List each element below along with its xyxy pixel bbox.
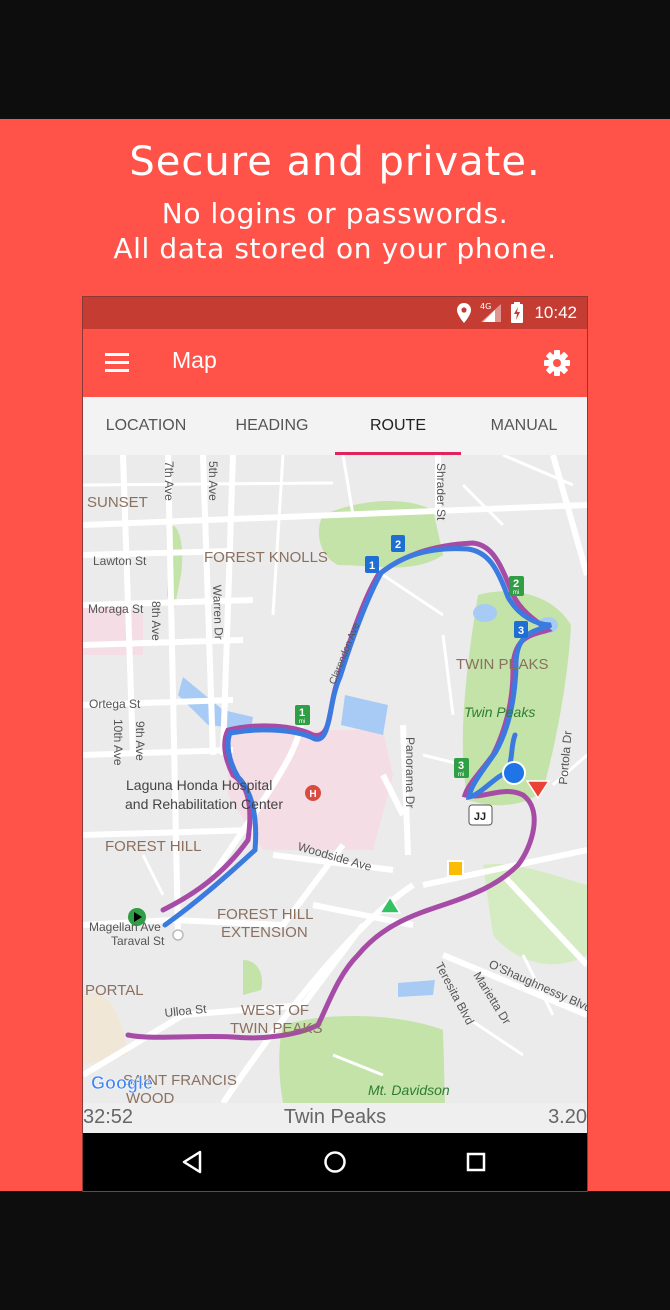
street-label-taraval: Taraval St	[111, 934, 165, 948]
recents-icon[interactable]	[461, 1147, 491, 1177]
map-label-laguna-honda-2: and Rehabilitation Center	[125, 796, 283, 812]
map-label-portal: PORTAL	[85, 982, 144, 999]
svg-text:H: H	[309, 789, 316, 800]
street-label-8th-ave: 8th Ave	[149, 601, 163, 641]
back-icon[interactable]	[178, 1147, 208, 1177]
map-label-forest-hill-extension-1: FOREST HILL	[217, 906, 313, 923]
distance-marker-blue-3: 3	[514, 621, 528, 638]
promo-headline: Secure and private.	[129, 139, 541, 185]
svg-text:1: 1	[369, 560, 375, 572]
route-map[interactable]: 1 2 3 1 mi 2 mi 3 mi JJ H SUNSET FOREST …	[83, 453, 587, 1107]
jj-bus-stop-icon: JJ	[468, 804, 493, 826]
street-label-10th-ave: 10th Ave	[111, 719, 125, 766]
system-nav-bar	[83, 1133, 587, 1191]
tab-bar: LOCATION HEADING ROUTE MANUAL	[83, 397, 587, 456]
map-label-west-of-twin-peaks-2: TWIN PEAKS	[230, 1020, 323, 1037]
elapsed-time: 32:52	[83, 1106, 134, 1128]
home-icon[interactable]	[320, 1147, 350, 1177]
mile-marker-1: 1 mi	[295, 705, 310, 725]
route-name: Twin Peaks	[283, 1106, 387, 1128]
map-label-forest-hill: FOREST HILL	[105, 838, 201, 855]
route-distance: 3.20	[548, 1106, 587, 1128]
svg-text:JJ: JJ	[474, 811, 486, 823]
street-label-ortega: Ortega St	[89, 697, 141, 711]
current-location-marker	[502, 761, 526, 785]
map-label-twin-peaks-area: TWIN PEAKS	[456, 656, 549, 673]
phone-screen: 4G 10:42 Map LOCATION HEADING ROUTE MANU…	[82, 296, 588, 1192]
menu-icon[interactable]	[105, 351, 131, 373]
svg-text:mi: mi	[458, 772, 464, 778]
map-label-laguna-honda-1: Laguna Honda Hospital	[126, 777, 272, 793]
svg-text:3: 3	[458, 760, 464, 772]
route-stats-bar: Twin Peaks 32:52 3.20	[83, 1103, 587, 1133]
signal-icon	[481, 304, 501, 322]
location-icon	[457, 303, 471, 323]
map-label-mt-davidson: Mt. Davidson	[368, 1082, 450, 1098]
app-title: Map	[172, 347, 217, 373]
transit-stop-icon	[172, 929, 184, 941]
app-bar: Map	[83, 329, 587, 397]
map-label-forest-knolls: FOREST KNOLLS	[204, 549, 328, 566]
mile-marker-2: 2 mi	[509, 576, 524, 596]
svg-text:mi: mi	[299, 719, 305, 725]
status-bar: 4G 10:42	[83, 297, 587, 329]
street-label-magellan: Magellan Ave	[89, 920, 161, 934]
tab-manual[interactable]: MANUAL	[461, 397, 587, 455]
street-label-warren: Warren Dr	[210, 585, 226, 640]
distance-marker-blue-1: 1	[365, 556, 379, 573]
mile-marker-3: 3 mi	[454, 758, 469, 778]
water-body	[473, 604, 497, 622]
svg-text:3: 3	[518, 625, 524, 637]
svg-text:1: 1	[299, 707, 305, 719]
svg-text:2: 2	[513, 578, 519, 590]
tab-location[interactable]: LOCATION	[83, 397, 209, 455]
street-label-shrader: Shrader St	[434, 463, 448, 521]
tab-route[interactable]: ROUTE	[335, 397, 461, 455]
street-label-panorama: Panorama Dr	[403, 737, 417, 808]
promo-subtitle-line-2: All data stored on your phone.	[113, 232, 557, 265]
map-label-forest-hill-extension-2: EXTENSION	[221, 924, 308, 941]
map-label-sunset: SUNSET	[87, 494, 148, 511]
battery-charging-icon	[511, 302, 523, 323]
waypoint-square-marker	[447, 860, 464, 877]
google-logo: Google	[91, 1073, 153, 1093]
hospital-icon: H	[305, 785, 321, 801]
street-label-lawton: Lawton St	[93, 554, 147, 568]
street-label-9th-ave: 9th Ave	[133, 721, 147, 761]
svg-text:mi: mi	[513, 590, 519, 596]
distance-marker-blue-2: 2	[391, 535, 405, 552]
svg-text:2: 2	[395, 539, 401, 551]
street-label-7th-ave: 7th Ave	[162, 461, 176, 501]
status-time: 10:42	[534, 303, 577, 322]
street-label-moraga: Moraga St	[88, 602, 144, 616]
gear-icon[interactable]	[543, 349, 571, 377]
map-label-twin-peaks: Twin Peaks	[464, 704, 535, 720]
map-label-west-of-twin-peaks-1: WEST OF	[241, 1002, 309, 1019]
promo-subtitle-line-1: No logins or passwords.	[161, 197, 509, 230]
street-label-5th-ave: 5th Ave	[206, 461, 220, 501]
tab-heading[interactable]: HEADING	[209, 397, 335, 455]
